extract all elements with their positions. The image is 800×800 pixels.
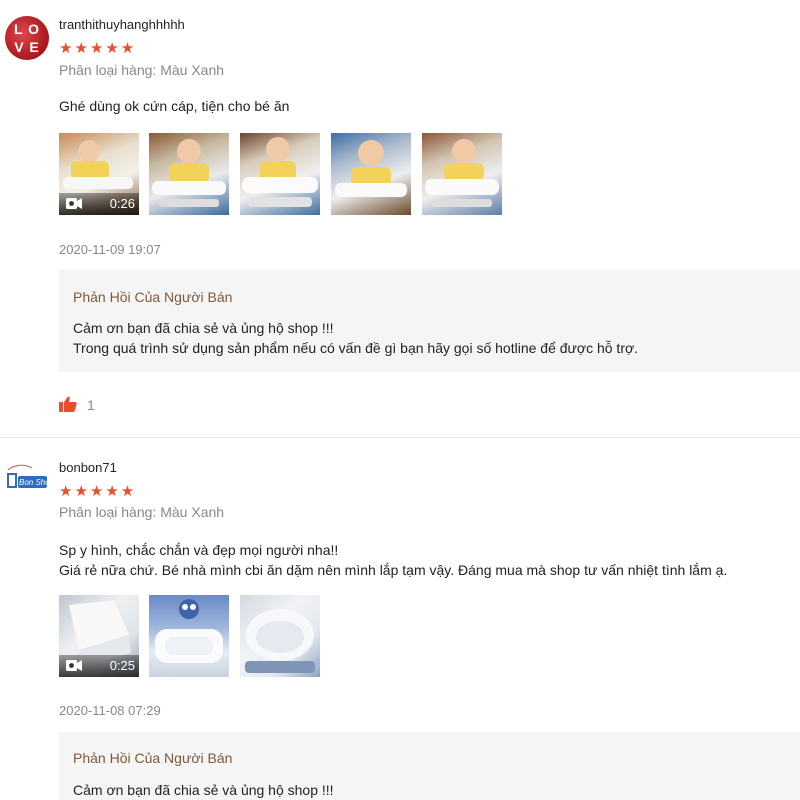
image-thumbnail[interactable] <box>149 133 229 215</box>
thumb-image <box>152 139 226 207</box>
variant-label: Phân loại hàng: Màu Xanh <box>59 62 225 78</box>
reply-text: Cảm ơn bạn đã chia sẻ và ủng hộ shop !!! <box>73 780 334 800</box>
thumb-image <box>155 599 223 663</box>
review-date: 2020-11-09 19:07 <box>59 242 161 257</box>
seller-reply: Phản Hồi Của Người Bán Cảm ơn bạn đã chi… <box>59 270 800 372</box>
thumbs-up-icon <box>59 396 77 412</box>
avatar-image: L OV E <box>13 21 41 55</box>
reply-line: Trong quá trình sử dụng sản phẩm nếu có … <box>73 340 639 356</box>
image-thumbnail[interactable] <box>422 133 502 215</box>
avatar-text: Bon Shop <box>19 478 49 487</box>
variant-label: Phân loại hàng: Màu Xanh <box>59 504 225 520</box>
like-count: 1 <box>87 397 95 413</box>
video-overlay: 0:26 <box>59 193 139 215</box>
reply-title: Phản Hồi Của Người Bán <box>73 750 233 766</box>
rating-stars: ★★★★★ <box>59 483 137 500</box>
user-avatar[interactable]: L OV E <box>5 16 49 60</box>
video-camera-icon <box>66 660 82 671</box>
user-avatar[interactable]: Bon Shop <box>5 460 49 504</box>
username[interactable]: bonbon71 <box>59 460 117 475</box>
thumb-image <box>245 609 315 673</box>
reply-title: Phản Hồi Của Người Bán <box>73 289 233 305</box>
review-comment: Sp y hình, chắc chắn và đẹp mọi người nh… <box>59 540 727 580</box>
rating-stars: ★★★★★ <box>59 40 137 57</box>
video-overlay: 0:25 <box>59 655 139 677</box>
thumb-image <box>335 140 407 197</box>
thumb-image <box>425 139 499 207</box>
video-thumbnail[interactable]: 0:26 <box>59 133 139 215</box>
seller-reply: Phản Hồi Của Người Bán Cảm ơn bạn đã chi… <box>59 732 800 800</box>
video-duration: 0:26 <box>109 196 135 211</box>
image-thumbnail[interactable] <box>240 133 320 215</box>
video-camera-icon <box>66 198 82 209</box>
review-date: 2020-11-08 07:29 <box>59 703 161 718</box>
reply-text: Cảm ơn bạn đã chia sẻ và ủng hộ shop !!!… <box>73 318 638 358</box>
image-thumbnail[interactable] <box>240 595 320 677</box>
comment-line: Sp y hình, chắc chắn và đẹp mọi người nh… <box>59 542 339 558</box>
review-comment: Ghé dùng ok cứn cáp, tiện cho bé ăn <box>59 96 289 116</box>
reply-line: Cảm ơn bạn đã chia sẻ và ủng hộ shop !!! <box>73 320 334 336</box>
review-divider <box>0 437 800 438</box>
image-thumbnail[interactable] <box>149 595 229 677</box>
image-thumbnail[interactable] <box>331 133 411 215</box>
video-duration: 0:25 <box>109 658 135 673</box>
comment-line: Giá rẻ nữa chứ. Bé nhà mình cbi ăn dặm n… <box>59 562 728 578</box>
video-thumbnail[interactable]: 0:25 <box>59 595 139 677</box>
comment-line: Ghé dùng ok cứn cáp, tiện cho bé ăn <box>59 98 290 114</box>
username[interactable]: tranthithuyhanghhhhh <box>59 17 185 32</box>
thumb-image <box>242 137 318 207</box>
reply-line: Cảm ơn bạn đã chia sẻ và ủng hộ shop !!! <box>73 782 334 798</box>
